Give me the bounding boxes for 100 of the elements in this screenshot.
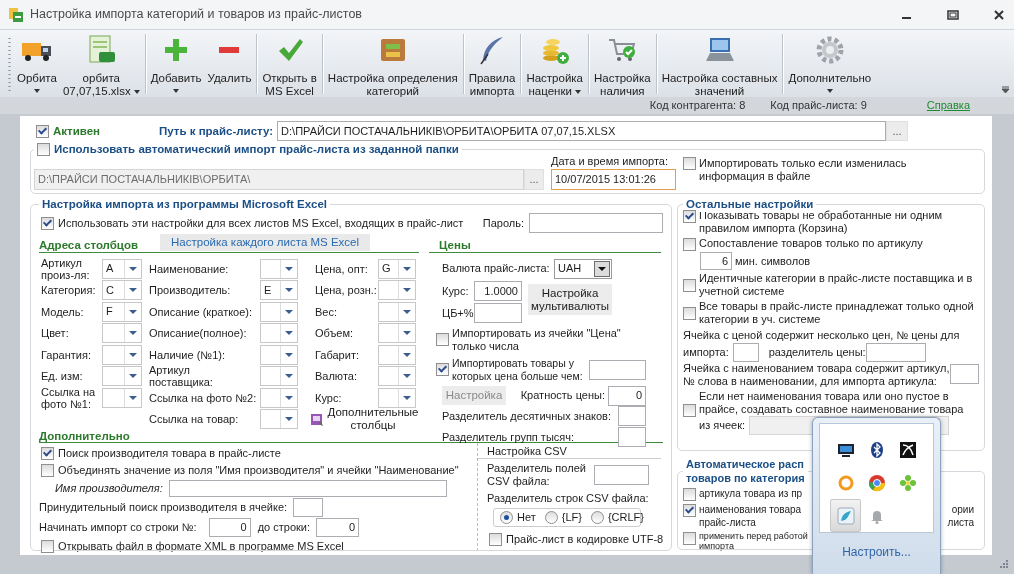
input-field[interactable]: 1.0000: [474, 281, 522, 301]
field-label: мин. символов: [735, 254, 811, 268]
checkbox[interactable]: [489, 533, 502, 546]
field-label: Модель:: [41, 305, 85, 318]
radio-button[interactable]: [590, 511, 604, 524]
radio-label: Нет: [517, 511, 536, 524]
radio-button[interactable]: [544, 511, 558, 524]
currency-select[interactable]: UAH: [554, 258, 612, 279]
checkbox[interactable]: [683, 488, 696, 501]
toolbar-button[interactable]: Орбита: [14, 30, 60, 93]
toolbar-button[interactable]: Открыть в MS Excel: [259, 30, 320, 98]
field-label: Ссылка на товар:: [149, 413, 240, 426]
dropdown-arrow-icon: [285, 395, 293, 400]
combo-box[interactable]: [260, 366, 298, 387]
input-field[interactable]: 6: [700, 252, 732, 270]
input-field[interactable]: 0: [316, 518, 360, 537]
resize-grip-icon[interactable]: [1000, 560, 1008, 568]
checkbox[interactable]: [683, 504, 696, 517]
combo-box[interactable]: G: [378, 258, 416, 279]
field-label: Разделитель строк CSV файла:: [487, 492, 649, 505]
input-field[interactable]: D:\ПРАЙСИ ПОСТАЧАЛЬНИКІВ\ОРБИТА\ОРБИТА 07,07,15.XLSX: [277, 121, 886, 141]
checkbox[interactable]: [683, 307, 696, 320]
checkbox[interactable]: [683, 532, 696, 545]
checkbox[interactable]: [41, 447, 54, 460]
input-field[interactable]: [594, 465, 649, 485]
close-icon[interactable]: [993, 8, 1005, 21]
input-field[interactable]: D:\ПРАЙСИ ПОСТАЧАЛЬНИКІВ\ОРБИТА\: [34, 169, 524, 190]
extra-columns-button[interactable]: Дополнительные столбцы: [309, 406, 419, 433]
checkbox[interactable]: [41, 540, 54, 553]
input-field[interactable]: [618, 406, 646, 426]
browse-button[interactable]: ...: [886, 121, 908, 141]
checkbox[interactable]: [436, 333, 449, 346]
combo-box[interactable]: [102, 323, 142, 344]
customize-link[interactable]: Настроить...: [819, 546, 934, 559]
checkbox[interactable]: [436, 363, 449, 376]
combo-box[interactable]: [260, 323, 298, 344]
combo-box[interactable]: [378, 344, 416, 365]
combo-box[interactable]: [260, 258, 298, 279]
checkbox[interactable]: [683, 404, 696, 417]
checkbox-label: Прайс-лист в кодировке UTF-8: [506, 533, 664, 546]
combo-box[interactable]: A: [102, 258, 142, 279]
input-field[interactable]: [293, 498, 324, 517]
checkbox[interactable]: [36, 124, 49, 138]
input-field[interactable]: [618, 427, 646, 447]
combo-box[interactable]: [260, 344, 298, 365]
toolbar-button[interactable]: Настройка наличия: [591, 30, 654, 98]
checkbox[interactable]: [41, 216, 54, 230]
checkbox[interactable]: [683, 157, 696, 170]
radio-button[interactable]: [500, 511, 513, 524]
radio-label: {LF}: [561, 511, 582, 524]
input-field[interactable]: [169, 480, 447, 497]
field-label: Наличие (№1):: [149, 348, 226, 361]
combo-box[interactable]: F: [102, 301, 142, 322]
toolbar-button[interactable]: Удалить: [204, 30, 255, 85]
combo-box[interactable]: [378, 280, 416, 301]
checkbox[interactable]: [37, 143, 50, 156]
input-field[interactable]: [865, 343, 926, 362]
input-field[interactable]: 10/07/2015 13:01:26: [551, 169, 676, 190]
combo-box[interactable]: C: [102, 280, 142, 301]
checkbox-label: из ячеек:: [699, 419, 746, 432]
combo-box[interactable]: [260, 301, 298, 322]
combo-box[interactable]: [378, 366, 416, 387]
combo-box[interactable]: [260, 387, 298, 408]
combo-box[interactable]: [378, 323, 416, 344]
checkbox-label: Активен: [53, 124, 102, 138]
checkbox[interactable]: [683, 210, 696, 223]
maximize-icon[interactable]: [947, 8, 959, 21]
dropdown-arrow-icon: [129, 288, 137, 293]
sheet-settings-button[interactable]: Настройка каждого листа MS Excel: [160, 234, 371, 251]
combo-box[interactable]: [378, 387, 416, 408]
combo-box[interactable]: [260, 409, 298, 430]
toolbar-button[interactable]: Дополнительно: [785, 30, 875, 93]
browser-icon: [867, 473, 886, 492]
multicurrency-button[interactable]: Настройка мультивалюты: [528, 284, 612, 315]
combo-box[interactable]: [102, 387, 142, 408]
input-field[interactable]: 0: [608, 385, 646, 406]
combo-box[interactable]: E: [260, 280, 298, 301]
columns-icon: [309, 411, 325, 428]
combo-box[interactable]: [102, 366, 142, 387]
input-field[interactable]: 0: [208, 518, 251, 537]
input-field[interactable]: [589, 360, 646, 380]
input-field[interactable]: [474, 303, 522, 323]
checkbox[interactable]: [683, 279, 696, 292]
section-title: Цены: [439, 239, 471, 252]
field-label: Производитель:: [149, 284, 232, 297]
combo-box[interactable]: [378, 301, 416, 322]
checkbox[interactable]: [683, 238, 696, 251]
checkbox[interactable]: [41, 464, 54, 477]
toolbar-overflow-icon[interactable]: [1001, 86, 1010, 94]
field-label: Цена, опт:: [315, 262, 369, 275]
field-label: Пароль:: [482, 216, 524, 230]
combo-box[interactable]: [102, 344, 142, 365]
input-field[interactable]: [529, 213, 663, 233]
status-text: Код контрагента: 8: [649, 99, 746, 112]
input-field[interactable]: [732, 343, 759, 362]
field-label: Кратность цены:: [520, 389, 605, 402]
toolbar-button[interactable]: Добавить: [147, 30, 205, 93]
input-field[interactable]: [950, 364, 979, 384]
dropdown-arrow-icon: [129, 266, 137, 271]
browse-button[interactable]: ...: [524, 169, 544, 190]
